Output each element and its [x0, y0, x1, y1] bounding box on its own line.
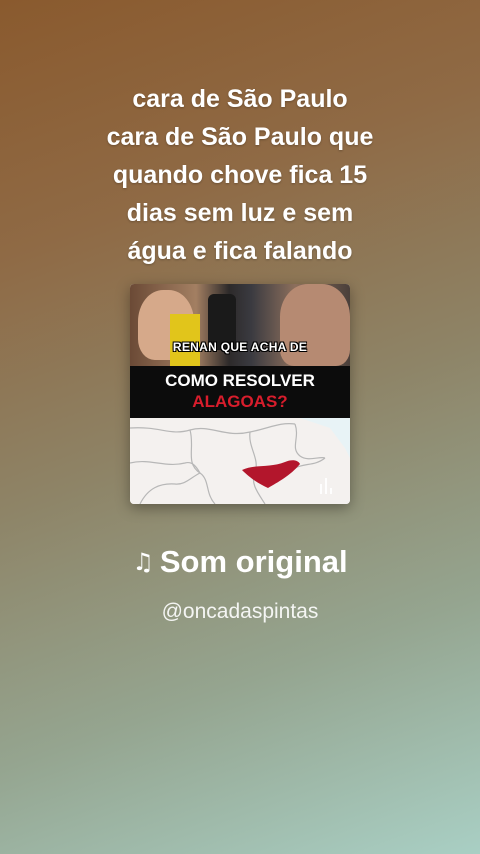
cover-photo: RENAN QUE ACHA DE — [130, 284, 350, 366]
headline-line1: COMO RESOLVER — [165, 371, 315, 390]
creator-handle[interactable]: @oncadaspintas — [0, 598, 480, 626]
headline-line2: ALAGOAS? — [192, 392, 288, 411]
lyrics-text: cara de São Paulo cara de São Paulo que … — [40, 80, 440, 270]
audio-title-text: Som original — [159, 544, 348, 579]
audio-title[interactable]: ♫ Som original — [0, 540, 480, 584]
lyric-line: água e fica falando — [127, 237, 353, 265]
cover-caption: RENAN QUE ACHA DE — [172, 340, 308, 354]
audio-cover-thumbnail[interactable]: RENAN QUE ACHA DE COMO RESOLVER ALAGOAS? — [130, 284, 350, 504]
lyric-line: cara de São Paulo — [132, 85, 348, 113]
lyric-line: dias sem luz e sem — [126, 199, 354, 227]
lyric-line: cara de São Paulo que — [106, 123, 374, 151]
waveform-icon — [320, 476, 338, 494]
cover-headline: COMO RESOLVER ALAGOAS? — [130, 366, 350, 418]
music-note-icon: ♫ — [132, 548, 154, 576]
lyric-line: quando chove fica 15 — [112, 161, 368, 189]
alagoas-map — [130, 418, 350, 504]
